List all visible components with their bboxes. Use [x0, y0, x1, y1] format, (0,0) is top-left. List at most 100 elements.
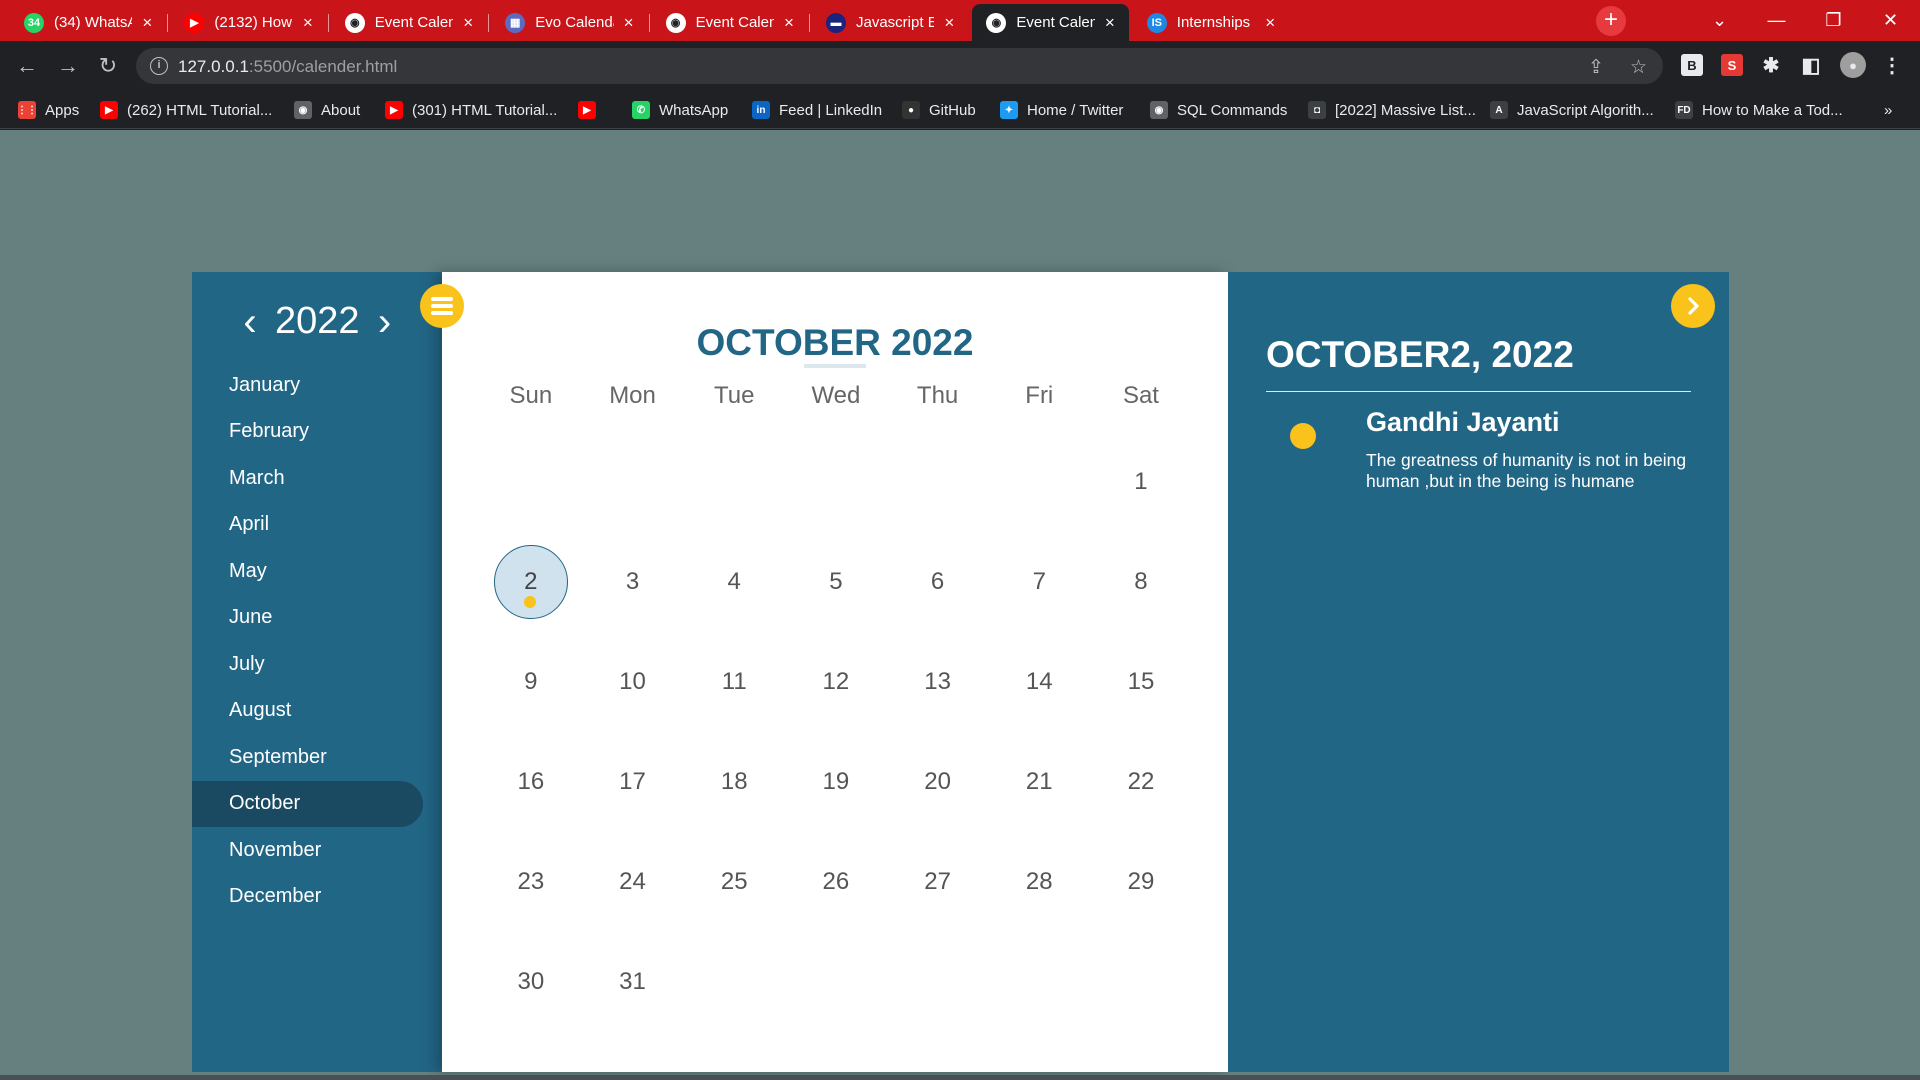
day-cell[interactable]: 14 [988, 632, 1090, 732]
month-item-october[interactable]: October [192, 780, 423, 827]
day-cell[interactable]: 4 [683, 532, 785, 632]
day-cell[interactable]: 2 [480, 532, 582, 632]
day-cell[interactable]: 30 [480, 932, 582, 1032]
tab-close-icon[interactable]: × [299, 13, 317, 33]
day-cell[interactable]: 27 [887, 832, 989, 932]
day-cell[interactable]: 20 [887, 732, 989, 832]
day-cell[interactable]: 19 [785, 732, 887, 832]
bookmark-item[interactable]: ▶ [578, 99, 605, 121]
day-cell[interactable]: 21 [988, 732, 1090, 832]
whatsapp-icon: 34 [24, 12, 44, 33]
month-item-february[interactable]: February [192, 409, 442, 456]
address-bar[interactable]: i 127.0.0.1:5500/calender.html ⇪ ☆ [136, 48, 1663, 84]
bookmark-item[interactable]: ◘ [2022] Massive List... [1308, 99, 1476, 121]
day-cell[interactable]: 9 [480, 632, 582, 732]
site-info-icon[interactable]: i [150, 57, 168, 75]
browser-tab[interactable]: ▦ Evo Calendar × [491, 4, 647, 41]
profile-avatar[interactable]: ● [1840, 52, 1866, 78]
close-window-button[interactable]: ✕ [1862, 0, 1919, 40]
browser-tab[interactable]: ◉ Event Calender | I × [652, 4, 808, 41]
month-item-june[interactable]: June [192, 595, 442, 642]
tab-close-icon[interactable]: × [1261, 13, 1279, 33]
month-item-november[interactable]: November [192, 827, 442, 874]
day-cell[interactable]: 17 [582, 732, 684, 832]
browser-tab[interactable]: IS Internships | Sum × [1133, 4, 1289, 41]
restore-button[interactable]: ❐ [1805, 0, 1862, 40]
day-cell[interactable]: 16 [480, 732, 582, 832]
browser-tab[interactable]: ▶ (2132) How To Ma × [170, 4, 326, 41]
sidebar-toggle-menu-icon[interactable] [420, 284, 464, 328]
month-item-april[interactable]: April [192, 502, 442, 549]
bookmark-item[interactable]: in Feed | LinkedIn [752, 99, 882, 121]
day-cell[interactable]: 6 [887, 532, 989, 632]
s-extension-icon[interactable]: S [1721, 54, 1743, 76]
day-cell[interactable]: 7 [988, 532, 1090, 632]
day-cell[interactable]: 10 [582, 632, 684, 732]
day-cell[interactable]: 11 [683, 632, 785, 732]
reload-button[interactable]: ↻ [93, 51, 123, 81]
month-item-january[interactable]: January [192, 362, 442, 409]
tab-search-button[interactable]: ⌄ [1691, 0, 1748, 40]
puzzle-icon[interactable]: ✱ [1760, 54, 1782, 77]
month-item-march[interactable]: March [192, 455, 442, 502]
minimize-button[interactable]: — [1748, 0, 1805, 40]
bookmark-item[interactable]: ⋮⋮ Apps [17, 99, 79, 121]
day-cell[interactable]: 26 [785, 832, 887, 932]
day-cell[interactable]: 13 [887, 632, 989, 732]
day-cell[interactable]: 24 [582, 832, 684, 932]
bookmark-item[interactable]: ✆ WhatsApp [632, 99, 728, 121]
tab-close-icon[interactable]: × [620, 13, 638, 33]
kebab-menu-icon[interactable]: ⋮ [1881, 54, 1903, 77]
side-panel-icon[interactable]: ◧ [1800, 54, 1822, 77]
bookmark-item[interactable]: FD How to Make a Tod... [1675, 99, 1843, 121]
back-button[interactable]: ← [12, 51, 42, 81]
b-extension-icon[interactable]: B [1681, 54, 1703, 76]
bookmark-item[interactable]: ◉ About [294, 99, 360, 121]
bookmark-star-icon[interactable]: ☆ [1630, 56, 1647, 79]
prev-year-icon[interactable]: ‹ [237, 302, 263, 342]
day-cell[interactable]: 28 [988, 832, 1090, 932]
bookmark-item[interactable]: A JavaScript Algorith... [1490, 99, 1654, 121]
day-cell[interactable]: 22 [1090, 732, 1192, 832]
bookmark-item[interactable]: ✦ Home / Twitter [1000, 99, 1123, 121]
bookmarks-overflow-button[interactable]: » [1884, 99, 1892, 121]
bookmark-item[interactable]: ▶ (262) HTML Tutorial... [100, 99, 272, 121]
browser-tab[interactable]: ◉ Event Calender | I × [972, 4, 1129, 41]
bookmarks-bar: ⋮⋮ Apps ▶ (262) HTML Tutorial... ◉ About ▶ (301… [0, 90, 1920, 129]
tab-close-icon[interactable]: × [138, 13, 156, 33]
month-item-september[interactable]: September [192, 734, 442, 781]
month-item-july[interactable]: July [192, 641, 442, 688]
day-cell[interactable]: 1 [1090, 432, 1192, 532]
share-icon[interactable]: ⇪ [1588, 56, 1604, 79]
day-cell[interactable]: 8 [1090, 532, 1192, 632]
day-cell[interactable]: 31 [582, 932, 684, 1032]
day-cell[interactable]: 3 [582, 532, 684, 632]
month-item-august[interactable]: August [192, 688, 442, 735]
browser-tab[interactable]: ◉ Event Calender | I × [331, 4, 487, 41]
day-cell[interactable]: 18 [683, 732, 785, 832]
internshala-icon: IS [1146, 12, 1167, 33]
day-number: 28 [1025, 868, 1053, 895]
next-year-icon[interactable]: › [372, 302, 398, 342]
bookmark-item[interactable]: ◉ SQL Commands [1150, 99, 1287, 121]
day-cell[interactable]: 15 [1090, 632, 1192, 732]
month-item-may[interactable]: May [192, 548, 442, 595]
new-tab-button[interactable]: + [1596, 6, 1626, 36]
day-cell[interactable]: 25 [683, 832, 785, 932]
tab-close-icon[interactable]: × [1101, 13, 1119, 33]
tab-close-icon[interactable]: × [940, 13, 958, 33]
bookmark-item[interactable]: ▶ (301) HTML Tutorial... [385, 99, 557, 121]
browser-tab[interactable]: ▬ Javascript Event c × [812, 4, 968, 41]
tab-close-icon[interactable]: × [780, 13, 798, 33]
day-cell[interactable]: 5 [785, 532, 887, 632]
day-cell[interactable]: 29 [1090, 832, 1192, 932]
day-cell[interactable]: 12 [785, 632, 887, 732]
url-text[interactable]: 127.0.0.1:5500/calender.html [178, 57, 397, 77]
browser-tab[interactable]: 34 (34) WhatsApp × [10, 4, 166, 41]
forward-button[interactable]: → [53, 51, 83, 81]
month-item-december[interactable]: December [192, 874, 442, 921]
bookmark-item[interactable]: ● GitHub [902, 99, 976, 121]
tab-close-icon[interactable]: × [459, 13, 477, 33]
events-toggle-chevron-right-icon[interactable] [1671, 284, 1715, 328]
day-cell[interactable]: 23 [480, 832, 582, 932]
